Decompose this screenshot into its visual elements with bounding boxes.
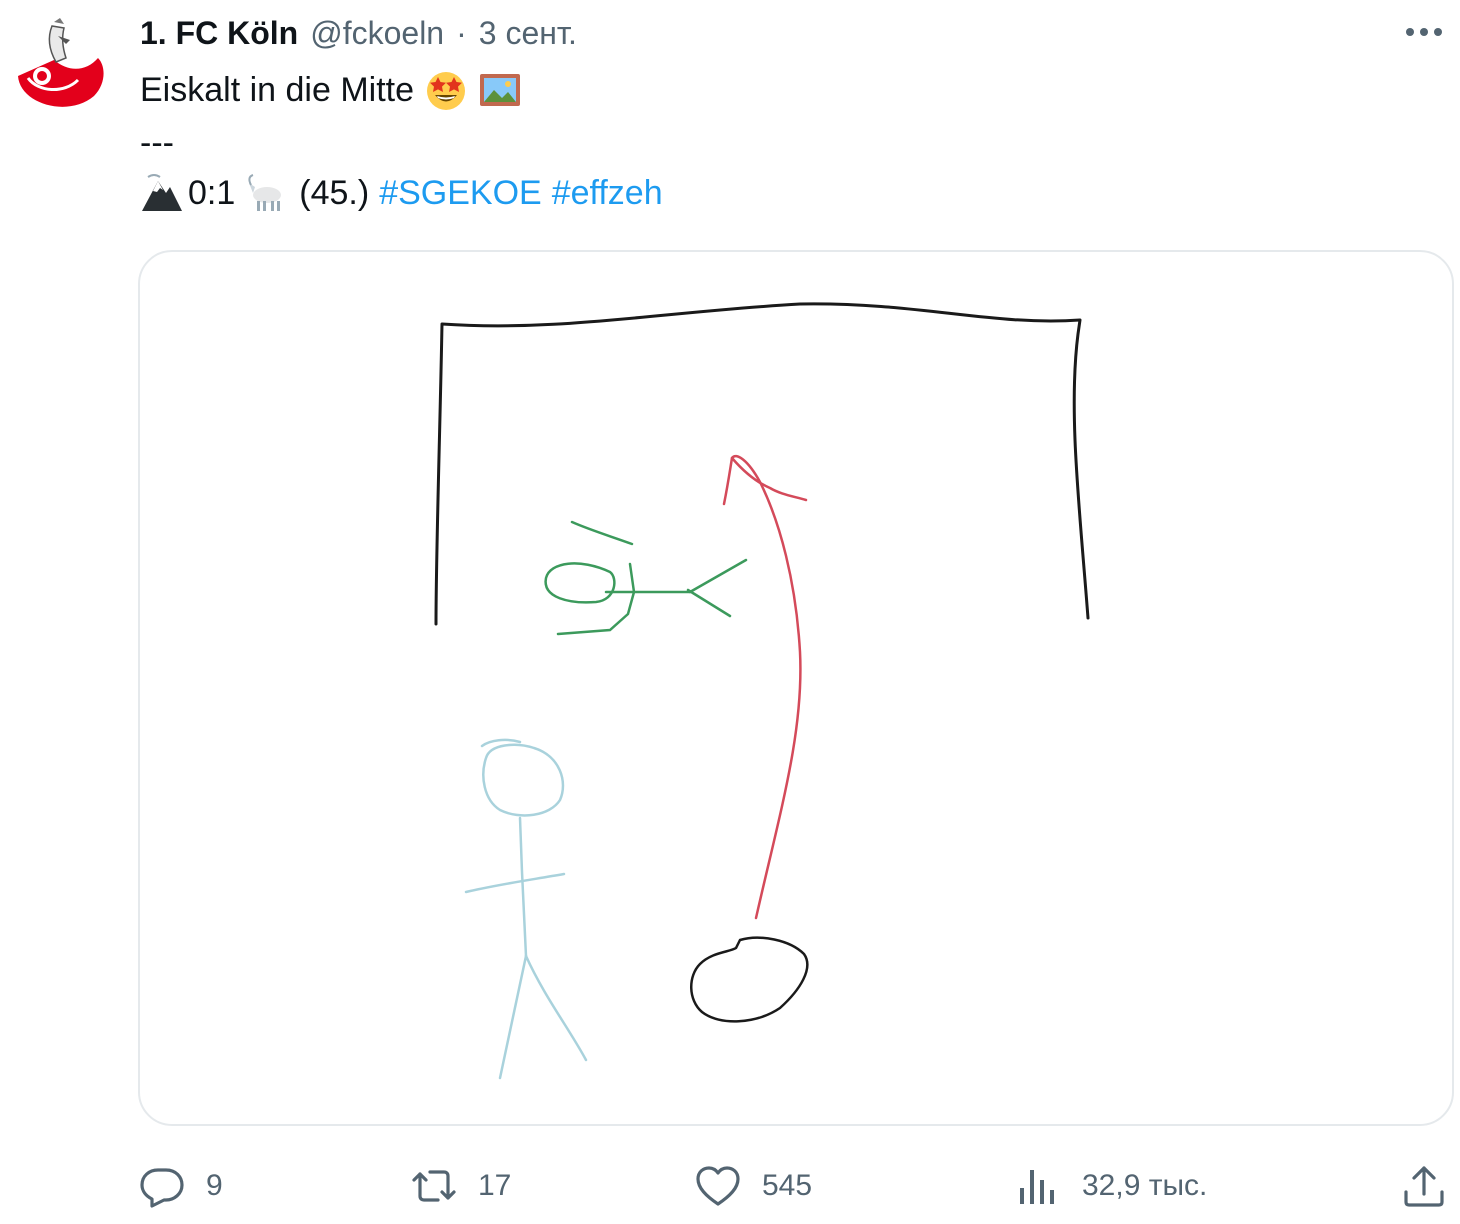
tweet-media-image[interactable] <box>138 250 1454 1126</box>
tweet-text-line-2: --- <box>140 122 174 164</box>
tweet-divider-text: --- <box>140 123 174 162</box>
tweet-text-line-1: Eiskalt in die Mitte <box>140 64 522 116</box>
framed-picture-emoji-icon <box>478 68 522 112</box>
mountain-emoji-icon <box>140 171 184 215</box>
views-button[interactable]: 32,9 тыс. <box>1014 1156 1207 1216</box>
hashtag-sgekoe-link[interactable]: #SGEKOE <box>379 174 542 213</box>
shooter-drawing <box>464 738 588 1080</box>
score-text: 0:1 <box>188 173 236 212</box>
reply-count: 9 <box>206 1169 223 1202</box>
like-count: 545 <box>762 1169 813 1202</box>
like-button[interactable]: 545 <box>694 1156 812 1216</box>
retweet-count: 17 <box>478 1169 512 1202</box>
reply-icon <box>140 1168 184 1208</box>
drawing-image <box>434 302 1090 1080</box>
goal-minute-text: (45.) <box>299 173 370 212</box>
author-handle[interactable]: @fckoeln <box>310 15 444 52</box>
goat-emoji-icon <box>245 171 289 215</box>
more-dots-icon <box>1406 28 1442 36</box>
more-options-button[interactable] <box>1400 12 1448 52</box>
tweet-date[interactable]: 3 сент. <box>479 15 577 52</box>
reply-button[interactable]: 9 <box>138 1156 223 1216</box>
fc-koeln-crest-icon <box>18 18 104 107</box>
shot-arrow-drawing <box>722 454 808 920</box>
star-struck-emoji-icon <box>424 68 468 112</box>
hashtag-effzeh-link[interactable]: #effzeh <box>552 174 663 213</box>
tweet-text: Eiskalt in die Mitte <box>140 70 414 109</box>
share-upload-icon <box>1404 1166 1444 1207</box>
author-name[interactable]: 1. FC Köln <box>140 15 298 52</box>
goal-frame-drawing <box>434 302 1090 626</box>
heart-icon <box>696 1166 740 1206</box>
tweet-header: 1. FC Köln @fckoeln · 3 сент. <box>140 10 577 56</box>
share-button[interactable] <box>1400 1156 1448 1216</box>
views-count: 32,9 тыс. <box>1082 1169 1208 1202</box>
ball-drawing <box>690 936 809 1023</box>
separator-dot: · <box>456 14 467 51</box>
retweet-button[interactable]: 17 <box>410 1156 511 1216</box>
avatar[interactable] <box>8 14 108 114</box>
goalkeeper-drawing <box>544 520 748 636</box>
analytics-bars-icon <box>1020 1170 1054 1204</box>
retweet-icon <box>412 1170 456 1202</box>
tweet-text-line-3: 0:1 (45.) #SGEKOE #effzeh <box>140 166 663 220</box>
tweet-actions-bar: 9 17 545 32,9 тыс. <box>138 1156 1454 1216</box>
